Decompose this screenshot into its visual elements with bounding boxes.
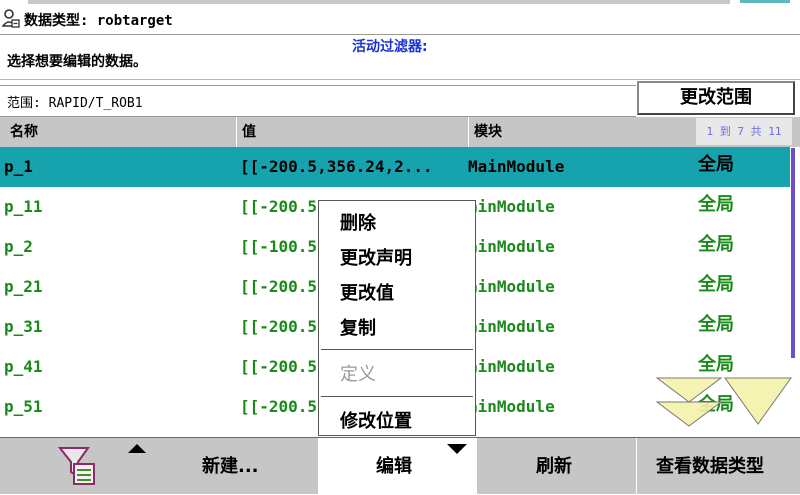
page-down-arrow-icon[interactable]: [655, 377, 723, 427]
divider: [0, 34, 800, 35]
scrollbar-thumb[interactable]: [791, 148, 795, 358]
toolbar-divider: [636, 438, 637, 495]
menu-item-copy[interactable]: 复制: [340, 314, 376, 340]
top-strip-accent: [740, 0, 790, 3]
new-button[interactable]: 新建...: [202, 452, 259, 478]
row-name: p_11: [4, 197, 43, 216]
refresh-button[interactable]: 刷新: [536, 452, 572, 478]
header-row: 数据类型: robtarget: [0, 5, 800, 34]
row-name: p_51: [4, 397, 43, 416]
row-name: p_41: [4, 357, 43, 376]
row-value: [[-200.5,356.24,2...: [240, 157, 433, 176]
instruction-text: 选择想要编辑的数据。: [7, 54, 147, 70]
view-data-type-button[interactable]: 查看数据类型: [656, 452, 764, 478]
edit-button[interactable]: 编辑: [318, 438, 476, 495]
menu-down-indicator-icon: [447, 444, 467, 454]
row-module: ainModule: [468, 197, 555, 216]
row-scope: 全局: [698, 234, 734, 255]
row-scope: 全局: [698, 154, 734, 175]
row-module: ainModule: [468, 237, 555, 256]
column-header-value[interactable]: 值: [242, 121, 256, 141]
row-module: ainModule: [468, 317, 555, 336]
page-indicator: 1 到 7 共 11: [696, 118, 792, 145]
edit-context-menu: 删除 更改声明 更改值 复制 定义 修改位置: [318, 200, 476, 436]
scroll-arrows: [655, 377, 792, 427]
divider: [0, 79, 800, 80]
change-scope-button[interactable]: 更改范围: [637, 81, 795, 115]
active-filter-label: 活动过滤器:: [352, 39, 428, 55]
edit-button-label: 编辑: [376, 456, 412, 477]
filter-icon[interactable]: [58, 446, 96, 486]
bottom-toolbar: 新建... 编辑 刷新 查看数据类型: [0, 437, 800, 495]
top-strip-bar: [28, 0, 730, 4]
row-name: p_2: [4, 237, 33, 256]
table-row[interactable]: p_1 [[-200.5,356.24,2... MainModule 全局: [0, 147, 790, 187]
row-scope: 全局: [698, 274, 734, 295]
row-name: p_21: [4, 277, 43, 296]
menu-divider: [321, 396, 473, 397]
data-type-icon: [2, 9, 20, 28]
menu-item-delete[interactable]: 删除: [340, 209, 376, 235]
row-scope: 全局: [698, 194, 734, 215]
menu-item-modify-position[interactable]: 修改位置: [340, 407, 412, 433]
scroll-down-arrow-icon[interactable]: [724, 377, 792, 425]
row-name: p_31: [4, 317, 43, 336]
menu-item-change-declaration[interactable]: 更改声明: [340, 244, 412, 270]
column-header-name[interactable]: 名称: [10, 121, 38, 141]
column-divider: [468, 117, 469, 147]
row-name: p_1: [4, 157, 33, 176]
menu-divider: [321, 349, 473, 350]
menu-up-indicator-icon: [128, 444, 146, 453]
row-module: MainModule: [468, 157, 565, 176]
scope-label: 范围: RAPID/T_ROB1: [7, 96, 143, 111]
menu-item-change-value[interactable]: 更改值: [340, 279, 394, 305]
menu-item-define: 定义: [340, 364, 376, 385]
column-header-module[interactable]: 模块: [474, 121, 502, 141]
row-scope: 全局: [698, 314, 734, 335]
column-divider: [236, 117, 237, 147]
table-header: 名称 值 模块 1 到 7 共 11: [0, 117, 800, 147]
page-title: 数据类型: robtarget: [24, 13, 173, 29]
row-module: ainModule: [468, 277, 555, 296]
toolbar-divider: [476, 438, 477, 495]
